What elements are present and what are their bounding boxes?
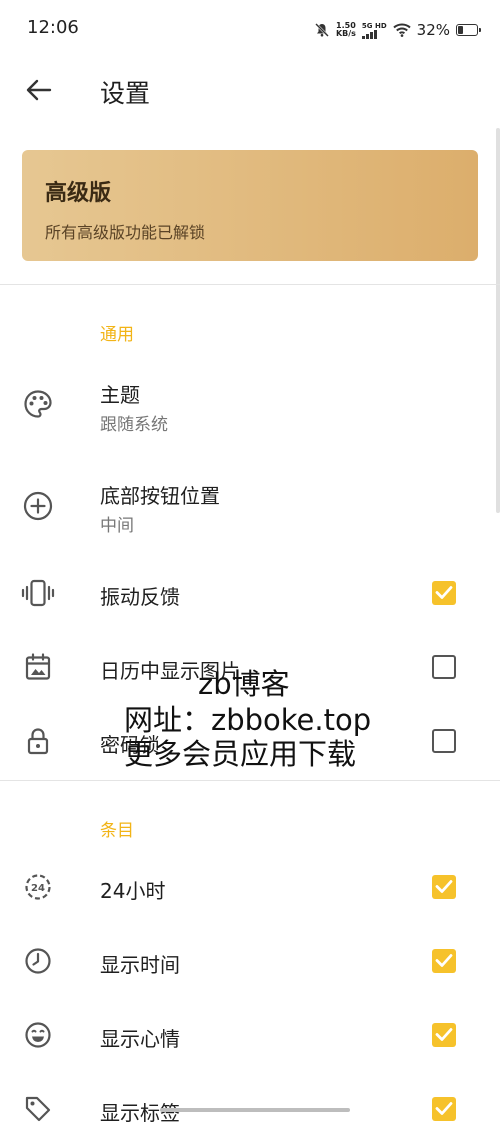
scrollbar[interactable] <box>496 128 500 513</box>
premium-title: 高级版 <box>45 181 112 206</box>
setting-bottom-button-label: 底部按钮位置 <box>100 484 220 508</box>
setting-password-lock[interactable]: 密码锁 <box>0 710 500 774</box>
checkmark-icon <box>435 880 453 893</box>
setting-theme-value: 跟随系统 <box>100 415 168 435</box>
setting-vibration-label: 振动反馈 <box>100 585 180 609</box>
svg-text:24: 24 <box>31 883 45 894</box>
tag-icon <box>21 1092 55 1126</box>
app-bar: 设置 <box>0 60 500 120</box>
setting-theme[interactable]: 主题 跟随系统 <box>0 366 500 446</box>
section-header-general: 通用 <box>100 325 134 345</box>
show-mood-checkbox[interactable] <box>432 1023 456 1047</box>
vibration-checkbox[interactable] <box>432 581 456 605</box>
home-indicator[interactable] <box>160 1108 350 1112</box>
show-tags-checkbox[interactable] <box>432 1097 456 1121</box>
divider <box>0 780 500 781</box>
battery-percent: 32% <box>416 21 450 39</box>
section-header-entries: 条目 <box>100 821 134 841</box>
page-title: 设置 <box>100 79 151 108</box>
status-icons: 1.50 KB/s 5G HD 32% <box>314 18 481 42</box>
setting-calendar-images-label: 日历中显示图片 <box>100 659 240 683</box>
setting-show-time[interactable]: 显示时间 <box>0 930 500 994</box>
setting-bottom-button-value: 中间 <box>100 516 134 536</box>
password-lock-checkbox[interactable] <box>432 729 456 753</box>
premium-card[interactable]: 高级版 所有高级版功能已解锁 <box>22 150 478 261</box>
checkmark-icon <box>435 1102 453 1115</box>
checkmark-icon <box>435 954 453 967</box>
lock-icon <box>21 724 55 758</box>
palette-icon <box>21 387 55 421</box>
wifi-icon <box>392 23 411 37</box>
arrow-back-icon <box>26 79 52 101</box>
back-button[interactable] <box>22 73 56 107</box>
battery-fill <box>458 26 463 34</box>
bell-off-icon <box>315 23 329 37</box>
24-hour-icon: 24 <box>21 870 55 904</box>
premium-subtitle: 所有高级版功能已解锁 <box>45 223 206 242</box>
setting-vibration[interactable]: 振动反馈 <box>0 562 500 626</box>
calendar-images-checkbox[interactable] <box>432 655 456 679</box>
status-bar: 12:06 1.50 KB/s 5G HD 32% <box>0 0 500 60</box>
cellular-signal: 5G HD <box>361 22 387 39</box>
checkmark-icon <box>435 586 453 599</box>
status-time: 12:06 <box>27 17 79 38</box>
smile-icon <box>21 1018 55 1052</box>
network-speed: 1.50 KB/s <box>335 21 356 38</box>
signal-bars-icon <box>361 29 377 39</box>
calendar-image-icon <box>21 650 55 684</box>
checkmark-icon <box>435 1028 453 1041</box>
battery-icon <box>456 24 481 36</box>
setting-show-mood[interactable]: 显示心情 <box>0 1004 500 1068</box>
setting-calendar-images[interactable]: 日历中显示图片 <box>0 636 500 700</box>
setting-theme-label: 主题 <box>100 383 140 407</box>
setting-24-hour[interactable]: 24 24小时 <box>0 856 500 920</box>
setting-bottom-button-position[interactable]: 底部按钮位置 中间 <box>0 467 500 547</box>
setting-24-hour-label: 24小时 <box>100 879 166 903</box>
setting-show-time-label: 显示时间 <box>100 953 180 977</box>
vibration-icon <box>21 576 55 610</box>
show-time-checkbox[interactable] <box>432 949 456 973</box>
24-hour-checkbox[interactable] <box>432 875 456 899</box>
clock-icon <box>21 944 55 978</box>
add-circle-icon <box>21 489 55 523</box>
setting-show-mood-label: 显示心情 <box>100 1027 180 1051</box>
setting-password-lock-label: 密码锁 <box>100 733 160 757</box>
divider <box>0 284 500 285</box>
